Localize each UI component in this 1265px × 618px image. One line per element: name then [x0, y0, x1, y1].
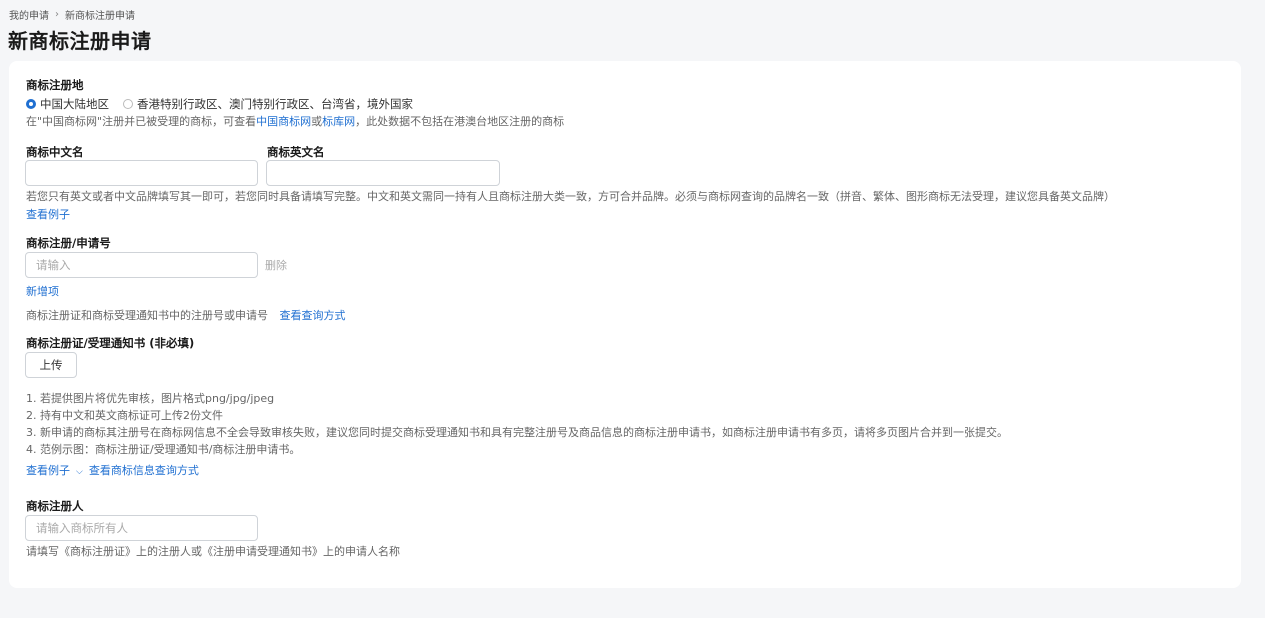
- breadcrumb-parent[interactable]: 我的申请: [9, 7, 49, 22]
- biaoku-link[interactable]: 标库网: [322, 115, 355, 128]
- registrant-hint: 请填写《商标注册证》上的注册人或《注册申请受理通知书》上的申请人名称: [26, 545, 400, 558]
- region-label: 商标注册地: [26, 78, 84, 92]
- reg-number-label: 商标注册/申请号: [26, 236, 111, 250]
- names-hint: 若您只有英文或者中文品牌填写其一即可，若您同时具备请填写完整。中文和英文需同一持…: [26, 190, 1115, 203]
- region-radio-group: 中国大陆地区 香港特别行政区、澳门特别行政区、台湾省，境外国家: [26, 96, 413, 112]
- cn-name-input[interactable]: [25, 160, 258, 186]
- region-hint-prefix: 在"中国商标网"注册并已被受理的商标，可查看: [26, 115, 257, 128]
- radio-checked-icon[interactable]: [26, 99, 36, 109]
- region-option-label: 中国大陆地区: [40, 97, 109, 111]
- certificate-example-link[interactable]: 查看例子: [26, 464, 70, 477]
- cn-trademark-link[interactable]: 中国商标网: [256, 115, 311, 128]
- certificate-note-2: 2. 持有中文和英文商标证可上传2份文件: [26, 409, 223, 422]
- radio-unchecked-icon[interactable]: [123, 99, 133, 109]
- reg-number-hint: 商标注册证和商标受理通知书中的注册号或申请号: [26, 309, 268, 322]
- breadcrumb: 我的申请 › 新商标注册申请: [9, 7, 135, 22]
- en-name-label: 商标英文名: [267, 145, 325, 159]
- region-option-overseas[interactable]: 香港特别行政区、澳门特别行政区、台湾省，境外国家: [123, 96, 413, 112]
- certificate-note-3: 3. 新申请的商标其注册号在商标网信息不全会导致审核失败，建议您同时提交商标受理…: [26, 426, 1008, 439]
- trademark-info-query-link[interactable]: 查看商标信息查询方式: [89, 464, 199, 477]
- certificate-note-4: 4. 范例示图：商标注册证/受理通知书/商标注册申请书。: [26, 443, 301, 456]
- region-option-mainland[interactable]: 中国大陆地区: [26, 96, 109, 112]
- form-card: 商标注册地 中国大陆地区 香港特别行政区、澳门特别行政区、台湾省，境外国家 在"…: [9, 61, 1241, 588]
- upload-button[interactable]: 上传: [25, 352, 77, 378]
- reg-number-hint-row: 商标注册证和商标受理通知书中的注册号或申请号 查看查询方式: [26, 307, 346, 323]
- page-title: 新商标注册申请: [8, 29, 152, 53]
- registrant-input[interactable]: [25, 515, 258, 541]
- certificate-label: 商标注册证/受理通知书 (非必填): [26, 336, 195, 350]
- reg-number-input[interactable]: [25, 252, 258, 278]
- registrant-label: 商标注册人: [26, 499, 84, 513]
- certificate-note-1: 1. 若提供图片将优先审核，图片格式png/jpg/jpeg: [26, 392, 275, 405]
- region-hint: 在"中国商标网"注册并已被受理的商标，可查看中国商标网或标库网，此处数据不包括在…: [26, 113, 564, 129]
- en-name-input[interactable]: [266, 160, 500, 186]
- cn-name-label: 商标中文名: [26, 145, 84, 159]
- region-option-label: 香港特别行政区、澳门特别行政区、台湾省，境外国家: [137, 97, 413, 111]
- region-hint-or: 或: [311, 115, 323, 128]
- chevron-right-icon: ›: [55, 9, 59, 20]
- query-method-link[interactable]: 查看查询方式: [280, 309, 346, 322]
- chevron-down-icon[interactable]: ⌵: [76, 467, 83, 477]
- breadcrumb-current: 新商标注册申请: [65, 11, 135, 22]
- certificate-links-row: 查看例子 ⌵ 查看商标信息查询方式: [26, 462, 199, 478]
- region-hint-suffix: ，此处数据不包括在港澳台地区注册的商标: [355, 115, 565, 128]
- names-example-link[interactable]: 查看例子: [26, 206, 70, 222]
- add-item-link[interactable]: 新增项: [26, 283, 59, 299]
- page: 我的申请 › 新商标注册申请 新商标注册申请 商标注册地 中国大陆地区 香港特别…: [0, 0, 1265, 618]
- delete-button[interactable]: 删除: [265, 257, 287, 273]
